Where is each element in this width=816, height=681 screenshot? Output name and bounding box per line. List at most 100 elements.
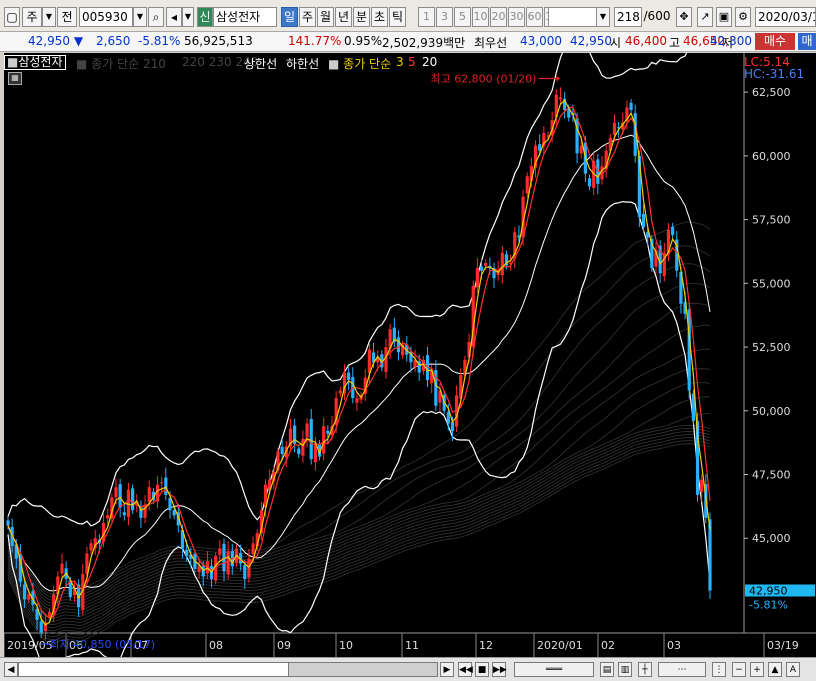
legend-ma20: 20	[422, 55, 438, 69]
interval-button-20[interactable]: 20	[490, 7, 507, 27]
candle-body	[126, 489, 131, 517]
toolbar: ▢ 주 ▼ 전 005930 ▼ ⌕ ◂ ▼ 신 삼성전자 일주월년분초틱 13…	[0, 0, 816, 32]
long-ma-7	[7, 368, 711, 613]
y-tick-label: 47,500	[752, 469, 791, 482]
high-arrow-head	[556, 75, 561, 82]
period-tab-2[interactable]: 월	[317, 7, 334, 27]
trend-line-icon[interactable]: ↗	[697, 7, 713, 27]
line-style-icon[interactable]: ┼	[638, 662, 652, 677]
rewind-icon[interactable]: ◀◀	[458, 662, 473, 677]
fast-forward-icon[interactable]: ▶▶	[492, 662, 507, 677]
long-ma-13	[7, 431, 711, 632]
interval-button-1[interactable]: 1	[418, 7, 435, 27]
long-ma-15	[7, 437, 711, 638]
scroll-left-icon[interactable]: ◀	[4, 662, 18, 677]
quote-bar: 42,950 ▼ 2,650 -5.81% 56,925,513 141.77%…	[0, 32, 816, 52]
compare-icon[interactable]: ▥	[618, 662, 632, 677]
candle-body	[218, 548, 222, 555]
plus-icon[interactable]: +	[750, 662, 764, 677]
long-ma-14	[7, 434, 711, 635]
speaker-icon[interactable]: ◂	[166, 7, 182, 27]
interval-button-10[interactable]: 10	[472, 7, 489, 27]
candle-body	[587, 178, 592, 187]
chart-type-icon[interactable]: ▤	[600, 662, 614, 677]
legend-lower: 하한선	[286, 57, 320, 71]
screen-select-icon[interactable]: ▢	[4, 7, 20, 27]
candle-body	[338, 390, 342, 394]
bb-middle-line	[7, 134, 711, 592]
candle-body	[446, 412, 450, 424]
interval-button-5[interactable]: 5	[454, 7, 471, 27]
candle-body	[579, 145, 583, 154]
long-ma-16	[7, 440, 711, 641]
market-dropdown-icon[interactable]: ▼	[42, 7, 56, 27]
legend-stock-name: ■삼성전자	[4, 55, 66, 70]
candle-body	[484, 262, 488, 266]
x-tick-label: 12	[479, 639, 493, 652]
more-icon[interactable]: ⋮	[712, 662, 726, 677]
price-chart[interactable]: 62,500 60,000 57,500 55,000 52,500 50,000 47,5…	[4, 53, 816, 657]
turnover-rate: 0.95%	[344, 34, 383, 48]
crosshair-icon[interactable]: ✥	[676, 7, 692, 27]
candle-body	[147, 487, 151, 503]
candle-body	[305, 423, 309, 438]
current-price: 42,950 ▼	[28, 34, 84, 48]
candle-body	[708, 519, 712, 591]
candle-body	[396, 337, 401, 353]
long-ma-3	[7, 282, 711, 601]
interval-button-3[interactable]: 3	[436, 7, 453, 27]
blank-select-dropdown-icon[interactable]: ▼	[596, 7, 610, 27]
ma3-line	[7, 99, 711, 626]
period-tab-0[interactable]: 일	[281, 7, 298, 27]
period-tab-3[interactable]: 년	[335, 7, 352, 27]
arrow-up-icon[interactable]: ▲	[768, 662, 782, 677]
candle-body	[479, 266, 484, 271]
zoom-range-icon[interactable]: ⋯	[658, 662, 706, 677]
speaker-dropdown-icon[interactable]: ▼	[182, 7, 194, 27]
x-tick-label: 03/19	[767, 639, 799, 652]
candle-body	[226, 550, 230, 575]
market-select[interactable]: 주	[22, 7, 42, 27]
scroll-thumb[interactable]	[288, 662, 438, 677]
period-tab-6[interactable]: 틱	[389, 7, 406, 27]
gear-icon[interactable]: ⚙	[735, 7, 751, 27]
grid-toggle-icon[interactable]: ▦	[8, 72, 22, 85]
data-count-input[interactable]: 218	[614, 7, 642, 27]
long-ma-17	[7, 443, 711, 644]
save-icon[interactable]: ▣	[716, 7, 732, 27]
scroll-right-icon[interactable]: ▶	[440, 662, 454, 677]
period-tab-5[interactable]: 초	[371, 7, 388, 27]
font-size-icon[interactable]: A	[786, 662, 800, 677]
interval-button-30[interactable]: 30	[508, 7, 525, 27]
buy-button[interactable]: 매수	[755, 33, 795, 50]
candle-body	[39, 621, 43, 633]
candle-body	[6, 520, 10, 526]
minus-icon[interactable]: −	[732, 662, 746, 677]
low-annotation: 최저 40,850 (05/17)	[49, 638, 155, 651]
chart-scroll-bar: ◀ ▶ ◀◀ ■ ▶▶ ═══ ▤ ▥ ┼ ⋯ ⋮ − + ▲ A	[0, 657, 816, 681]
sell-button[interactable]: 매	[798, 33, 816, 50]
volume-ratio: 141.77%	[288, 34, 342, 48]
price-change: 2,650	[96, 34, 131, 48]
price-change-pct: -5.81%	[138, 34, 181, 48]
open-label: 시	[610, 36, 622, 50]
candle-body	[612, 122, 617, 135]
candle-body	[558, 97, 563, 100]
stock-code-input[interactable]: 005930	[79, 7, 133, 27]
code-dropdown-icon[interactable]: ▼	[133, 7, 147, 27]
interval-button-60[interactable]: 60	[526, 7, 543, 27]
priority-label: 최우선	[474, 36, 508, 50]
speed-slider[interactable]: ═══	[514, 662, 594, 677]
period-tab-4[interactable]: 분	[353, 7, 370, 27]
candle-body	[326, 430, 330, 434]
search-icon[interactable]: ⌕	[148, 7, 164, 27]
date-input[interactable]: 2020/03/1	[755, 7, 816, 27]
candle-body	[700, 479, 704, 492]
stop-icon[interactable]: ■	[475, 662, 489, 677]
candle-body	[525, 176, 529, 194]
data-count-total: /600	[642, 7, 672, 27]
period-tab-1[interactable]: 주	[299, 7, 316, 27]
legend-bb-label: ■ 종가 단순 210	[76, 57, 166, 71]
prev-button[interactable]: 전	[57, 7, 77, 27]
x-tick-label: 08	[209, 639, 223, 652]
